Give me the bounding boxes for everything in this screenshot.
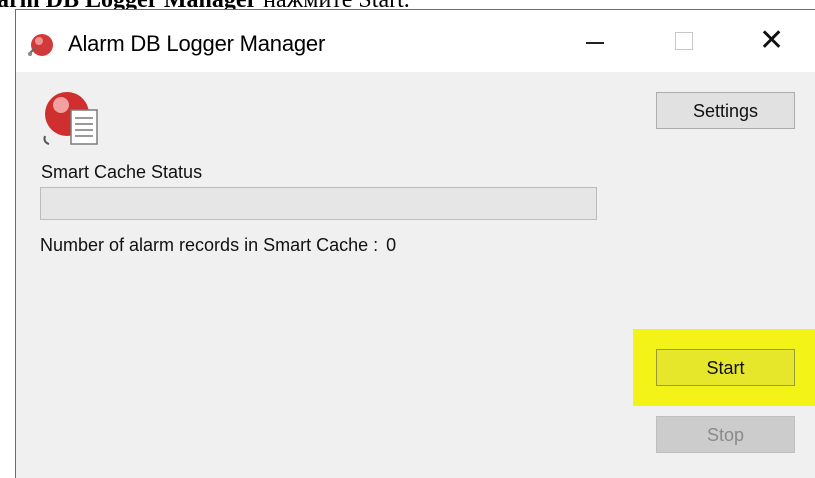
start-button[interactable]: Start [656, 349, 795, 386]
maximize-button[interactable] [654, 20, 714, 64]
records-count-value: 0 [386, 235, 397, 255]
settings-button[interactable]: Settings [656, 92, 795, 129]
records-count-row: Number of alarm records in Smart Cache :… [40, 235, 396, 256]
alarm-db-logger-window: Alarm DB Logger Manager ✕ Smart Cache St… [15, 9, 815, 478]
alarm-bell-icon [28, 34, 53, 56]
alarm-bell-document-icon [43, 92, 98, 145]
close-button[interactable]: ✕ [743, 20, 803, 64]
stop-button[interactable]: Stop [656, 416, 795, 453]
smart-cache-status-label: Smart Cache Status [41, 162, 203, 182]
records-count-label: Number of alarm records in Smart Cache : [40, 235, 379, 255]
window-title: Alarm DB Logger Manager [68, 31, 326, 56]
title-bar[interactable]: Alarm DB Logger Manager ✕ [16, 10, 815, 72]
smart-cache-progress-bar [40, 187, 597, 220]
minimize-button[interactable] [564, 20, 624, 64]
close-icon: ✕ [759, 24, 785, 57]
